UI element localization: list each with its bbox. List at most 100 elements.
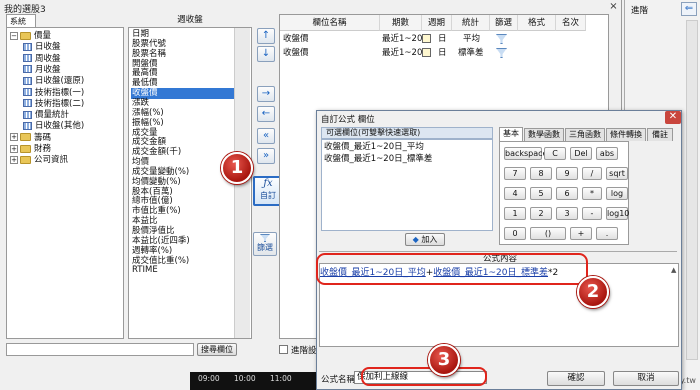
tree-node-label: 日收盤(其他) xyxy=(35,121,85,132)
tree-node[interactable]: 日收盤 xyxy=(23,42,61,53)
edge-scrollbar[interactable] xyxy=(686,20,698,360)
key-button[interactable]: 1 xyxy=(504,207,526,220)
row2-name[interactable]: 收盤價 xyxy=(283,46,309,60)
key-button[interactable]: 2 xyxy=(530,207,552,220)
key-button[interactable]: 7 xyxy=(504,167,526,180)
filter-button[interactable]: 篩選 xyxy=(253,232,277,256)
key-button[interactable]: / xyxy=(582,167,602,180)
key-button[interactable]: 0 xyxy=(504,227,526,240)
col-header-name[interactable]: 欄位名稱 xyxy=(280,15,380,31)
move-down-button[interactable]: ↓ xyxy=(257,46,275,62)
table-icon xyxy=(23,76,32,85)
col-header-filter[interactable]: 篩選 xyxy=(490,15,518,31)
tree-node[interactable]: 技術指標(二) xyxy=(23,99,84,110)
pencil-icon[interactable] xyxy=(422,48,431,57)
key-button[interactable]: sqrt xyxy=(606,167,628,180)
key-button[interactable]: () xyxy=(530,227,566,240)
tree-node[interactable]: + 財務 xyxy=(10,144,51,155)
list-item[interactable]: RTIME xyxy=(131,265,159,276)
key-button[interactable]: + xyxy=(570,227,592,240)
tree-node[interactable]: 周收盤 xyxy=(23,54,61,65)
tab-system[interactable]: 系統 xyxy=(6,14,36,28)
tree-node[interactable]: − 價量 xyxy=(10,31,51,42)
key-button[interactable]: 4 xyxy=(504,187,526,200)
expand-icon[interactable]: + xyxy=(10,133,18,142)
key-button[interactable]: log10 xyxy=(606,207,629,220)
tree-node-label: 價量 xyxy=(34,31,52,41)
advanced-label: 進階設 xyxy=(291,346,317,356)
key-button[interactable]: 3 xyxy=(556,207,578,220)
expand-icon[interactable]: + xyxy=(10,144,18,153)
filter-icon[interactable] xyxy=(496,34,507,44)
advanced-checkbox[interactable] xyxy=(279,345,288,354)
add-field-button[interactable]: → xyxy=(257,86,275,102)
back-arrow-icon[interactable]: ⇐ xyxy=(681,2,697,16)
move-up-button[interactable]: ↑ xyxy=(257,28,275,44)
cancel-button[interactable]: 取消 xyxy=(613,371,679,386)
filter-icon[interactable] xyxy=(496,48,507,58)
tree-node[interactable]: 日收盤(還原) xyxy=(23,76,84,87)
list-item[interactable]: 收盤價_最近1~20日_標準差 xyxy=(324,154,432,165)
row2-cycle[interactable]: 日 xyxy=(438,46,447,60)
folder-icon xyxy=(20,155,31,164)
key-button[interactable]: - xyxy=(582,207,602,220)
key-button[interactable]: 5 xyxy=(530,187,552,200)
row1-name[interactable]: 收盤價 xyxy=(283,32,309,46)
remove-field-button[interactable]: ← xyxy=(257,106,275,122)
tree-node[interactable]: 技術指標(一) xyxy=(23,88,84,99)
key-button[interactable]: 9 xyxy=(556,167,578,180)
col-header-format[interactable]: 格式 xyxy=(518,15,556,31)
tree-node-label: 價量統計 xyxy=(35,110,70,121)
add-arrow-icon: ◆ xyxy=(412,235,419,244)
search-input[interactable] xyxy=(6,343,194,356)
scroll-up-icon[interactable]: ▲ xyxy=(671,266,676,274)
key-button[interactable]: log xyxy=(606,187,628,200)
add-all-button[interactable]: » xyxy=(257,148,275,164)
pencil-icon[interactable] xyxy=(422,34,431,43)
key-button[interactable]: C xyxy=(544,147,566,160)
key-button[interactable]: 8 xyxy=(530,167,552,180)
add-button-label: 加入 xyxy=(421,235,438,244)
tree-node-label: 技術指標(二) xyxy=(35,98,85,109)
tab-condition[interactable]: 條件轉換 xyxy=(606,128,646,141)
time-tick: 09:00 xyxy=(198,374,220,383)
expand-icon[interactable]: + xyxy=(10,155,18,164)
col-header-cycle[interactable]: 週期 xyxy=(422,15,452,31)
remove-all-button[interactable]: « xyxy=(257,128,275,144)
confirm-button[interactable]: 確認 xyxy=(547,371,605,386)
tree-node-label: 財務 xyxy=(34,144,52,154)
add-button[interactable]: ◆ 加入 xyxy=(405,233,445,246)
tree-node[interactable]: 日收盤(其他) xyxy=(23,121,84,132)
search-field-button[interactable]: 搜尋欄位 xyxy=(197,343,237,356)
tab-basic[interactable]: 基本 xyxy=(499,127,523,141)
key-button[interactable]: * xyxy=(582,187,602,200)
key-button[interactable]: 6 xyxy=(556,187,578,200)
tab-math[interactable]: 數學函數 xyxy=(524,128,564,141)
row2-period[interactable]: 最近1~20 xyxy=(382,46,422,60)
col-header-rank[interactable]: 名次 xyxy=(556,15,586,31)
row1-cycle[interactable]: 日 xyxy=(438,32,447,46)
key-button[interactable]: . xyxy=(596,227,618,240)
tree-node[interactable]: 價量統計 xyxy=(23,110,69,121)
tree-node[interactable]: + 公司資訊 xyxy=(10,155,68,166)
key-button[interactable]: backspace xyxy=(504,147,547,160)
close-icon[interactable]: × xyxy=(607,1,620,12)
close-icon[interactable]: ✕ xyxy=(665,111,681,124)
key-button[interactable]: Del xyxy=(570,147,592,160)
collapse-icon[interactable]: − xyxy=(10,31,18,40)
col-header-period[interactable]: 期數 xyxy=(380,15,422,31)
tab-notes[interactable]: 備註 xyxy=(647,128,673,141)
available-fields-list[interactable]: 收盤價_最近1~20日_平均 收盤價_最近1~20日_標準差 xyxy=(321,139,493,231)
formula-name-label: 公式名稱 xyxy=(321,375,356,385)
tree-node[interactable]: + 籌碼 xyxy=(10,133,51,144)
tree-node[interactable]: 月收盤 xyxy=(23,65,61,76)
row1-period[interactable]: 最近1~20 xyxy=(382,32,422,46)
list-item[interactable]: 收盤價_最近1~20日_平均 xyxy=(324,142,424,153)
fx-icon: ƒx xyxy=(263,178,273,189)
row2-stat[interactable]: 標準差 xyxy=(458,46,484,60)
col-header-stat[interactable]: 統計 xyxy=(452,15,490,31)
category-tree[interactable]: − 價量 日收盤 周收盤 月收盤 日收盤(還原) 技術指標(一) 技術指標(二) 價量統計 日收盤… xyxy=(6,27,124,339)
key-button[interactable]: abs xyxy=(596,147,618,160)
tab-trig[interactable]: 三角函數 xyxy=(565,128,605,141)
row1-stat[interactable]: 平均 xyxy=(463,32,480,46)
